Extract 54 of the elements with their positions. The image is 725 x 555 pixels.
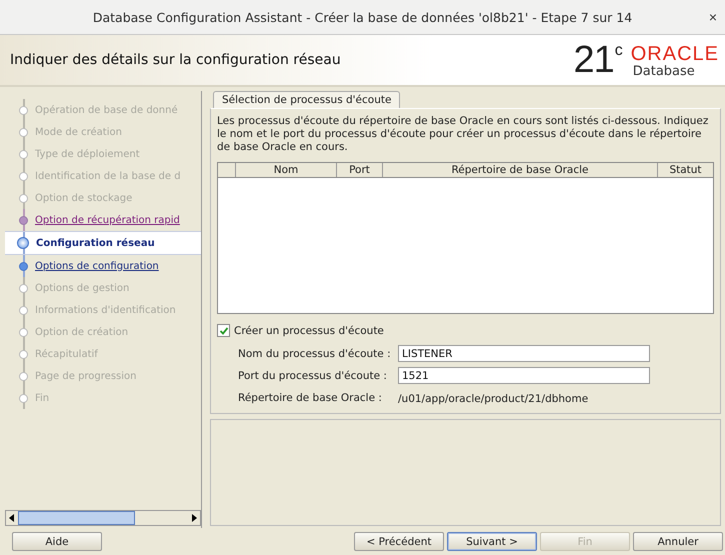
logo-superscript: c <box>614 42 623 60</box>
column-header[interactable]: Nom <box>236 163 337 177</box>
current-step: Configuration réseau <box>5 231 201 255</box>
checkbox-label[interactable]: Créer un processus d'écoute <box>234 324 384 336</box>
dialog-button[interactable]: < Précédent <box>354 532 444 551</box>
step-dot-icon <box>19 306 28 314</box>
dialog-button[interactable]: Annuler <box>633 532 723 551</box>
step-item: Fin <box>5 387 201 409</box>
logo-brand: ORACLE <box>630 44 719 64</box>
input-field[interactable]: LISTENER <box>398 345 650 362</box>
checkbox[interactable] <box>217 324 230 337</box>
step-dot-icon <box>19 150 28 158</box>
horizontal-scrollbar[interactable] <box>5 510 201 526</box>
page-title: Indiquer des détails sur la configuration réseau <box>10 52 341 68</box>
step-item: Option de création <box>5 321 201 343</box>
step-item[interactable]: Options de configuration <box>5 255 201 277</box>
step-dot-icon <box>17 237 29 249</box>
step-dot-icon <box>19 350 28 358</box>
step-dot-icon <box>19 128 28 136</box>
field-label: Nom du processus d'écoute : <box>238 348 392 360</box>
step-dot-icon <box>19 262 28 270</box>
description-text: Les processus d'écoute du répertoire de base Oracle en cours sont listés ci-dessous. Indiquez le nom et le port du processus d'écoute pour créer un processus d'écoute dans le répertoire de base Oracle en cours. <box>217 115 710 154</box>
step-item: Informations d'identification <box>5 299 201 321</box>
step-item[interactable]: Option de récupération rapid <box>5 209 201 231</box>
step-dot-icon <box>19 394 28 402</box>
input-field[interactable]: 1521 <box>398 367 650 384</box>
step-dot-icon <box>19 106 28 114</box>
step-item: Opération de base de donné <box>5 99 201 121</box>
step-item: Options de gestion <box>5 277 201 299</box>
field-label: Port du processus d'écoute : <box>238 370 388 382</box>
tab[interactable]: Sélection de processus d'écoute <box>213 91 400 108</box>
step-item: Identification de la base de d <box>5 165 201 187</box>
logo-product: Database <box>632 64 696 79</box>
column-header[interactable]: Répertoire de base Oracle <box>383 163 658 177</box>
window-title: Database Configuration Assistant - Créer la base de données 'ol8b21' - Etape 7 sur 14 <box>92 10 632 24</box>
step-dot-icon <box>19 172 28 180</box>
dialog-button[interactable]: Aide <box>12 532 102 551</box>
column-header[interactable]: Statut <box>658 163 713 177</box>
oracle-home-path: /u01/app/oracle/product/21/dbhome <box>398 392 590 407</box>
step-item: Récapitulatif <box>5 343 201 365</box>
dialog-button[interactable]: Suivant > <box>447 532 537 551</box>
field-label: Répertoire de base Oracle : <box>238 392 383 404</box>
logo-version: 21 <box>573 41 614 79</box>
step-item: Mode de création <box>5 121 201 143</box>
step-dot-icon <box>19 284 28 292</box>
step-item: Type de déploiement <box>5 143 201 165</box>
step-dot-icon <box>19 328 28 336</box>
step-dot-icon <box>19 194 28 202</box>
step-item: Option de stockage <box>5 187 201 209</box>
close-button[interactable]: × <box>704 9 721 25</box>
step-item: Page de progression <box>5 365 201 387</box>
step-dot-icon <box>19 216 28 224</box>
column-header[interactable]: Port <box>337 163 383 177</box>
step-dot-icon <box>19 372 28 380</box>
